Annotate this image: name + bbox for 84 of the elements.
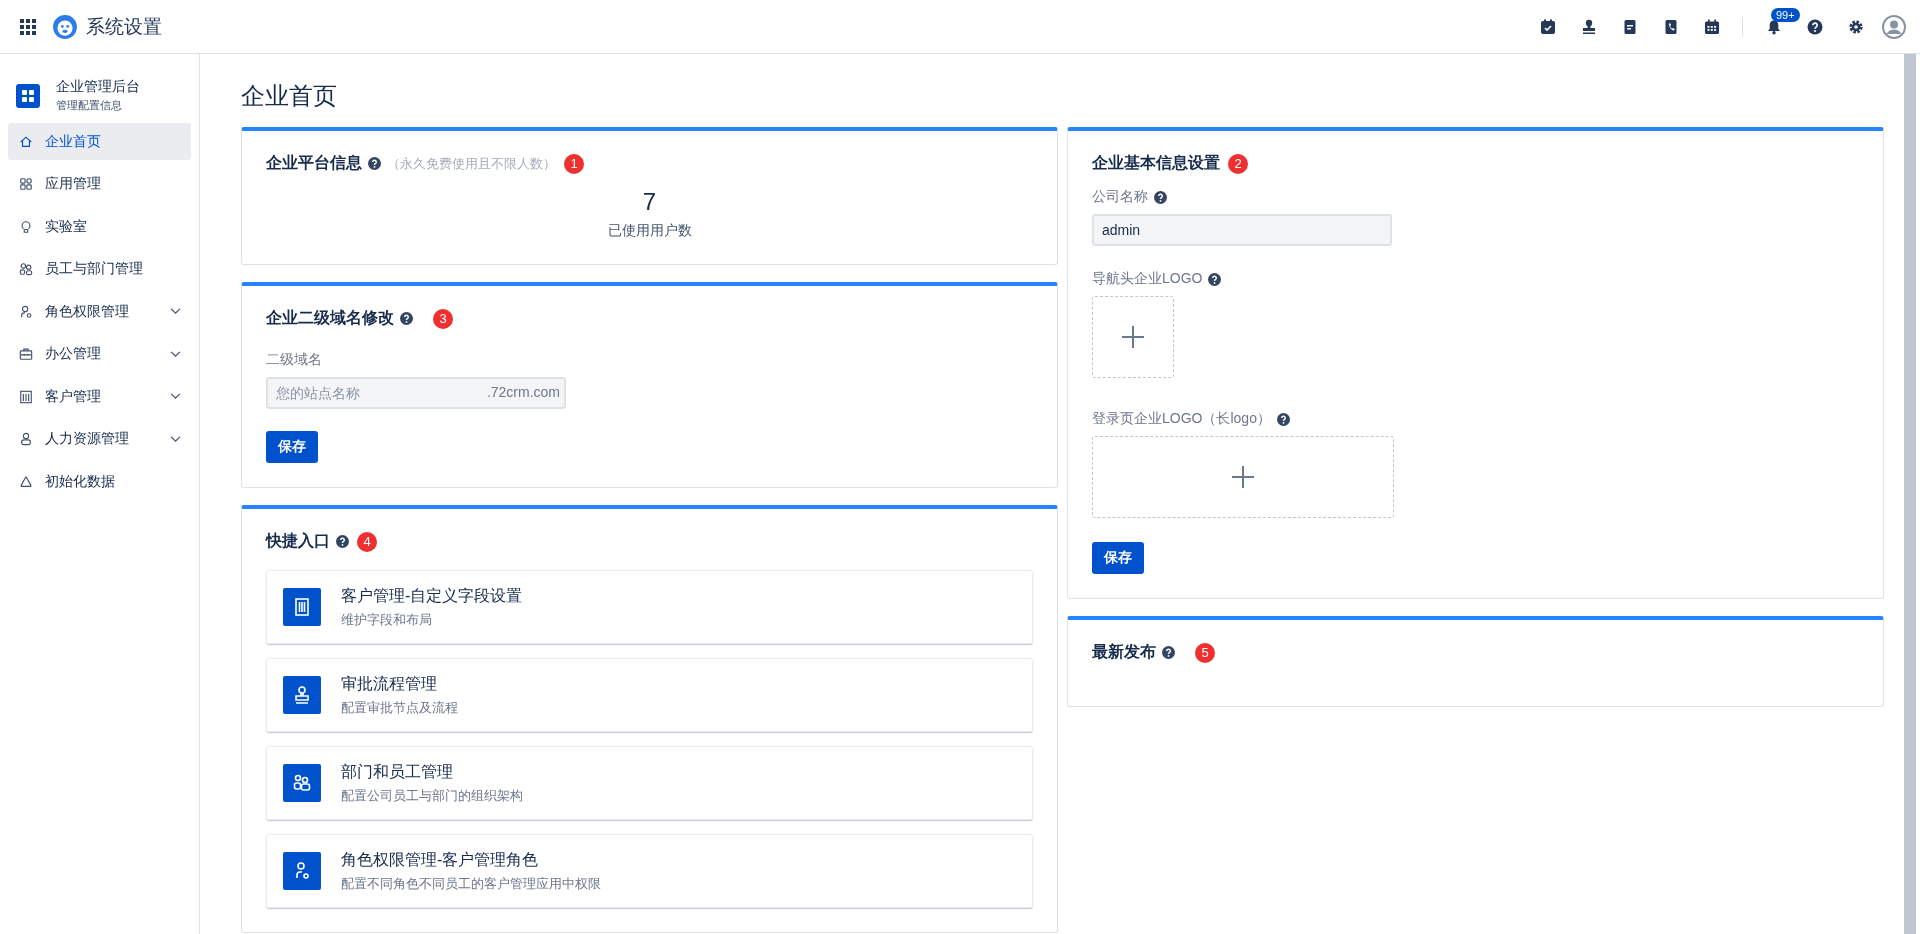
bell-icon[interactable] xyxy=(1766,18,1782,35)
people-icon xyxy=(283,764,321,802)
user-count: 7 xyxy=(641,188,658,216)
building-icon xyxy=(19,389,33,404)
help-icon[interactable] xyxy=(400,312,413,325)
person-icon xyxy=(19,432,33,446)
user-gear-icon xyxy=(19,304,33,319)
help-icon[interactable] xyxy=(1807,18,1823,35)
chevron-down-icon xyxy=(170,350,181,358)
save-button[interactable]: 保存 xyxy=(266,431,318,463)
field-label: 登录页企业LOGO（长logo） xyxy=(1092,410,1271,428)
calendar-icon[interactable] xyxy=(1704,18,1720,35)
settings-icon[interactable] xyxy=(1848,18,1864,35)
calendar-check-icon[interactable] xyxy=(1540,18,1556,35)
user-gear-icon xyxy=(283,852,321,890)
field-label: 导航头企业LOGO xyxy=(1092,270,1203,288)
shortcut-title: 部门和员工管理 xyxy=(341,761,454,782)
scrollbar[interactable] xyxy=(1904,54,1916,934)
stamp-icon[interactable] xyxy=(1581,18,1597,35)
help-icon[interactable] xyxy=(1208,272,1222,286)
sidebar-item[interactable]: 企业首页 xyxy=(8,123,191,160)
card-title: 企业基本信息设置 xyxy=(1092,153,1220,173)
sidebar-item[interactable]: 实验室 xyxy=(8,208,191,245)
number-marker: 4 xyxy=(357,531,377,552)
lightbulb-icon xyxy=(19,219,33,234)
sidebar-subtitle: 管理配置信息 xyxy=(56,98,123,113)
briefcase-icon xyxy=(19,347,33,361)
shortcut-title: 客户管理-自定义字段设置 xyxy=(341,585,523,606)
sidebar-item[interactable]: 人力资源管理 xyxy=(8,420,191,458)
sidebar-item[interactable]: 办公管理 xyxy=(8,335,191,373)
shortcut-entry[interactable]: 审批流程管理 配置审批节点及流程 xyxy=(266,658,1033,732)
number-marker: 3 xyxy=(433,308,453,329)
card-title: 企业平台信息 xyxy=(266,153,362,173)
building-icon xyxy=(283,588,321,626)
shortcut-title: 审批流程管理 xyxy=(341,673,438,694)
field-label: 公司名称 xyxy=(1092,188,1148,206)
plus-icon xyxy=(1121,325,1145,349)
help-icon[interactable] xyxy=(1276,412,1290,426)
chevron-down-icon xyxy=(170,435,181,443)
save-button[interactable]: 保存 xyxy=(1092,542,1144,574)
app-title: 系统设置 xyxy=(86,14,162,39)
help-icon[interactable] xyxy=(336,535,349,548)
field-label: 二级域名 xyxy=(266,351,323,369)
grid-app-icon xyxy=(16,83,40,108)
shortcut-subtitle: 维护字段和布局 xyxy=(341,610,433,629)
plus-icon xyxy=(1231,465,1255,489)
app-grid-icon[interactable] xyxy=(20,18,36,35)
number-marker: 1 xyxy=(564,153,584,174)
shortcut-subtitle: 配置不同角色不同员工的客户管理应用中权限 xyxy=(341,874,601,893)
help-icon[interactable] xyxy=(368,157,381,170)
phone-book-icon[interactable] xyxy=(1663,18,1679,35)
chevron-down-icon xyxy=(170,393,181,400)
sidebar-item[interactable]: 初始化数据 xyxy=(8,463,191,500)
sidebar-item[interactable]: 应用管理 xyxy=(8,165,191,203)
company-name-field[interactable]: admin xyxy=(1092,214,1392,246)
user-count-label: 已使用用户数 xyxy=(606,222,693,240)
help-icon[interactable] xyxy=(1162,646,1175,659)
shortcut-subtitle: 配置审批节点及流程 xyxy=(341,698,458,717)
sidebar-item[interactable]: 客户管理 xyxy=(8,378,191,415)
help-icon[interactable] xyxy=(1154,190,1167,204)
shortcut-entry[interactable]: 角色权限管理-客户管理角色 配置不同角色不同员工的客户管理应用中权限 xyxy=(266,834,1033,908)
stamp-icon xyxy=(283,676,321,714)
page-title: 企业首页 xyxy=(241,81,338,111)
shortcut-entry[interactable]: 部门和员工管理 配置公司员工与部门的组织架构 xyxy=(266,746,1033,820)
shortcut-entry[interactable]: 客户管理-自定义字段设置 维护字段和布局 xyxy=(266,570,1033,644)
shortcut-subtitle: 配置公司员工与部门的组织架构 xyxy=(341,786,523,805)
avatar-icon[interactable] xyxy=(1882,14,1906,39)
card-note: （永久免费使用且不限人数） xyxy=(387,154,556,173)
notification-count: 99+ xyxy=(1771,7,1800,22)
document-icon[interactable] xyxy=(1622,18,1638,35)
apps-icon xyxy=(19,177,33,191)
sidebar-item[interactable]: 角色权限管理 xyxy=(8,293,191,330)
card-title: 企业二级域名修改 xyxy=(266,308,394,328)
home-icon xyxy=(19,134,33,149)
shortcut-title: 角色权限管理-客户管理角色 xyxy=(341,849,540,870)
domain-suffix: .72crm.com xyxy=(486,384,560,400)
number-marker: 5 xyxy=(1195,642,1215,663)
people-icon xyxy=(19,262,33,276)
card-title: 最新发布 xyxy=(1092,642,1156,662)
chevron-down-icon xyxy=(170,308,181,315)
sidebar-item[interactable]: 员工与部门管理 xyxy=(8,250,191,288)
card-title: 快捷入口 xyxy=(266,531,330,551)
number-marker: 2 xyxy=(1228,153,1248,174)
sidebar-title: 企业管理后台 xyxy=(56,78,140,96)
